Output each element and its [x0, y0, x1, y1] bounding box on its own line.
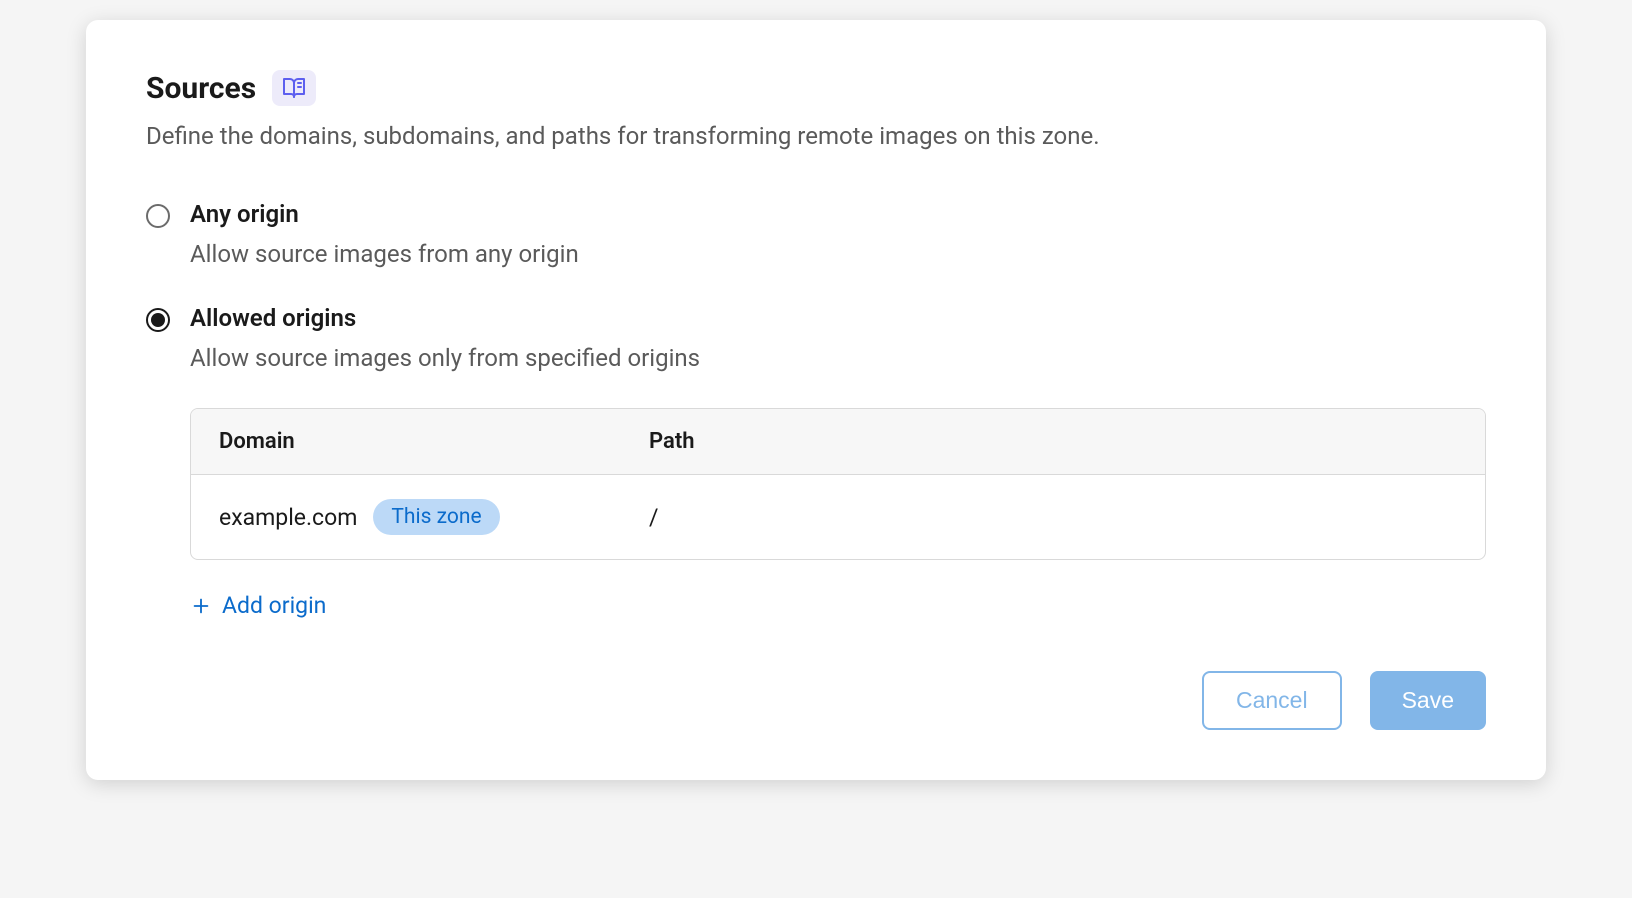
- header-domain: Domain: [219, 429, 649, 454]
- add-origin-label: Add origin: [222, 592, 326, 619]
- cancel-button[interactable]: Cancel: [1202, 671, 1342, 730]
- docs-badge[interactable]: [272, 70, 316, 106]
- plus-icon: [190, 595, 212, 617]
- radio-allowed-origins[interactable]: [146, 308, 170, 332]
- book-icon: [282, 76, 306, 100]
- button-row: Cancel Save: [146, 671, 1486, 730]
- origins-table: Domain Path example.com This zone /: [190, 408, 1486, 560]
- radio-content: Allowed origins Allow source images only…: [190, 304, 1486, 623]
- radio-title-any: Any origin: [190, 200, 1486, 228]
- radio-title-allowed: Allowed origins: [190, 304, 1486, 332]
- table-header: Domain Path: [191, 409, 1485, 475]
- header-path: Path: [649, 429, 1457, 454]
- cell-path: /: [649, 504, 1457, 531]
- description-text: Define the domains, subdomains, and path…: [146, 122, 1486, 150]
- add-origin-button[interactable]: Add origin: [190, 588, 326, 623]
- zone-badge: This zone: [373, 499, 499, 535]
- cell-domain: example.com This zone: [219, 499, 649, 535]
- radio-subtitle-any: Allow source images from any origin: [190, 240, 1486, 268]
- radio-any-origin[interactable]: [146, 204, 170, 228]
- page-title: Sources: [146, 71, 256, 106]
- save-button[interactable]: Save: [1370, 671, 1486, 730]
- radio-content: Any origin Allow source images from any …: [190, 200, 1486, 268]
- header-row: Sources: [146, 70, 1486, 106]
- sources-card: Sources Define the domains, subdomains, …: [86, 20, 1546, 780]
- radio-subtitle-allowed: Allow source images only from specified …: [190, 344, 1486, 372]
- radio-option-allowed-origins[interactable]: Allowed origins Allow source images only…: [146, 304, 1486, 623]
- domain-value: example.com: [219, 504, 357, 531]
- table-row[interactable]: example.com This zone /: [191, 475, 1485, 559]
- radio-option-any-origin[interactable]: Any origin Allow source images from any …: [146, 200, 1486, 268]
